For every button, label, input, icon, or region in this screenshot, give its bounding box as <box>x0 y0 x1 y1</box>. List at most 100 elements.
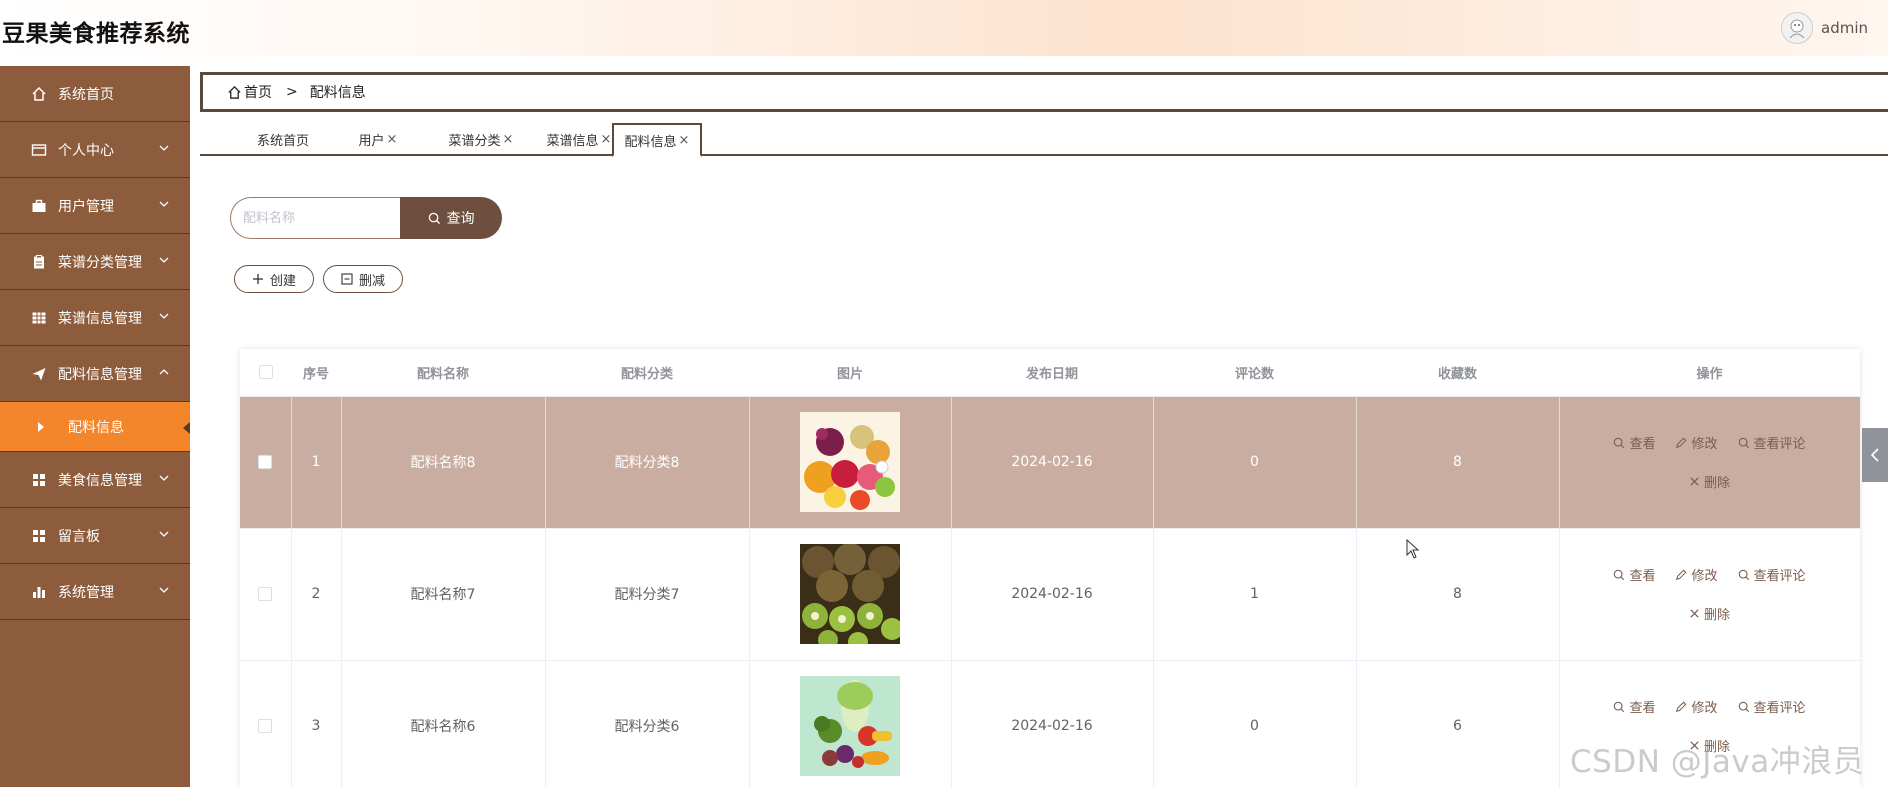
row-checkbox[interactable] <box>258 719 273 733</box>
tab-ingredient-info[interactable]: 配料信息 × <box>612 123 702 157</box>
search-icon <box>1614 701 1625 712</box>
sidebar-subitem-ingredient-info[interactable]: 配料信息 <box>0 402 190 452</box>
sidebar-item-label: 美食信息管理 <box>58 472 142 489</box>
column-header: 收藏数 <box>1356 349 1559 397</box>
tab-label: 菜谱分类 <box>448 133 501 149</box>
apps-icon <box>30 471 48 489</box>
row-checkbox[interactable] <box>258 455 273 469</box>
cell-actions: 查看 修改 查看评论 删除 <box>1559 528 1860 661</box>
sidebar-item-system[interactable]: 系统管理 <box>0 564 190 620</box>
cell-index: 2 <box>291 528 342 661</box>
view-comments-button[interactable]: 查看评论 <box>1738 697 1806 716</box>
username[interactable]: admin <box>1821 19 1868 37</box>
create-button[interactable]: 创建 <box>234 265 314 293</box>
close-icon[interactable]: × <box>679 133 690 148</box>
cell-name: 配料名称7 <box>341 528 546 661</box>
edit-button[interactable]: 修改 <box>1675 697 1718 716</box>
user-menu[interactable]: admin <box>1781 12 1868 44</box>
search-button[interactable]: 查询 <box>400 197 502 239</box>
delete-button[interactable]: 删除 <box>1689 604 1730 623</box>
batch-delete-button[interactable]: 删减 <box>323 265 403 293</box>
delete-button[interactable]: 删除 <box>1689 472 1730 491</box>
pencil-icon <box>1676 437 1687 448</box>
close-icon[interactable]: × <box>503 132 514 147</box>
caret-right-icon <box>38 421 44 432</box>
sidebar-item-label: 系统首页 <box>58 86 114 103</box>
breadcrumb-home[interactable]: 首页 <box>244 82 272 102</box>
chevron-down-icon <box>159 145 169 151</box>
sidebar-item-recipe-info[interactable]: 菜谱信息管理 <box>0 290 190 346</box>
cell-comments: 0 <box>1153 396 1357 529</box>
tab-home[interactable]: 系统首页 <box>236 122 330 156</box>
close-icon[interactable]: × <box>601 132 612 147</box>
edit-button[interactable]: 修改 <box>1675 433 1718 452</box>
close-icon[interactable]: × <box>387 132 398 147</box>
view-button[interactable]: 查看 <box>1613 697 1655 716</box>
search-icon <box>1614 437 1625 448</box>
tab-label: 系统首页 <box>256 133 309 149</box>
close-icon <box>1690 477 1699 486</box>
chevron-down-icon <box>159 475 169 481</box>
cell-favorites: 6 <box>1356 660 1560 787</box>
delete-label: 删除 <box>1703 476 1730 491</box>
edit-label: 修改 <box>1691 437 1718 452</box>
cell-name: 配料名称8 <box>341 396 546 529</box>
column-header: 序号 <box>291 349 341 397</box>
search-bar: 查询 <box>230 197 502 239</box>
edit-label: 修改 <box>1691 701 1718 716</box>
pencil-icon <box>1676 569 1687 580</box>
view-label: 查看 <box>1629 437 1656 452</box>
search-button-label: 查询 <box>446 211 475 227</box>
sidebar-item-profile[interactable]: 个人中心 <box>0 122 190 178</box>
panel-collapse-handle[interactable] <box>1862 428 1888 482</box>
breadcrumb-separator: > <box>286 84 298 100</box>
search-icon <box>1738 569 1749 580</box>
clipboard-icon <box>30 253 48 271</box>
sidebar-item-ingredient-info[interactable]: 配料信息管理 <box>0 346 190 402</box>
sidebar-item-food-info[interactable]: 美食信息管理 <box>0 452 190 508</box>
cell-date: 2024-02-16 <box>951 396 1154 529</box>
view-button[interactable]: 查看 <box>1613 565 1655 584</box>
pencil-icon <box>1676 701 1687 712</box>
view-comments-button[interactable]: 查看评论 <box>1738 565 1806 584</box>
kiwi-image[interactable] <box>800 544 900 644</box>
search-icon <box>428 212 440 224</box>
sidebar-item-home[interactable]: 系统首页 <box>0 66 190 122</box>
sidebar-item-label: 个人中心 <box>58 142 114 159</box>
tab-recipe-category[interactable]: 菜谱分类 × <box>434 122 528 156</box>
column-header: 图片 <box>749 349 951 397</box>
view-comments-button[interactable]: 查看评论 <box>1738 433 1806 452</box>
cell-comments: 0 <box>1153 660 1357 787</box>
search-input[interactable] <box>230 197 400 239</box>
vegetables-image[interactable] <box>800 676 900 776</box>
sidebar-item-label: 用户管理 <box>58 198 114 215</box>
sidebar-item-recipe-category[interactable]: 菜谱分类管理 <box>0 234 190 290</box>
chevron-down-icon <box>159 531 169 537</box>
paper-plane-icon <box>30 365 48 383</box>
cell-favorites: 8 <box>1356 396 1560 529</box>
grid-icon <box>30 309 48 327</box>
chevron-down-icon <box>159 313 169 319</box>
batch-delete-button-label: 删减 <box>358 273 385 289</box>
select-all-checkbox[interactable] <box>258 365 273 380</box>
table-row[interactable]: 2 配料名称7 配料分类7 2024-02-16 1 8 查看 修改 查看评论 … <box>240 528 1860 661</box>
column-header: 评论数 <box>1153 349 1356 397</box>
fruit-basket-image[interactable] <box>800 412 900 512</box>
view-button[interactable]: 查看 <box>1613 433 1655 452</box>
home-icon <box>30 85 48 103</box>
cell-comments: 1 <box>1153 528 1357 661</box>
id-card-icon <box>30 141 48 159</box>
sidebar-item-label: 菜谱分类管理 <box>58 254 142 271</box>
sidebar-item-users[interactable]: 用户管理 <box>0 178 190 234</box>
avatar[interactable] <box>1781 12 1813 44</box>
search-icon <box>1614 569 1625 580</box>
cell-image <box>749 396 952 529</box>
sidebar-item-message-board[interactable]: 留言板 <box>0 508 190 564</box>
sidebar-subitem-label: 配料信息 <box>68 419 124 436</box>
row-checkbox[interactable] <box>258 587 273 601</box>
sidebar-item-label: 系统管理 <box>58 584 114 601</box>
table-row[interactable]: 1 配料名称8 配料分类8 2024-02-16 0 8 查看 修改 查看评论 … <box>240 396 1860 529</box>
row-checkbox-cell <box>240 528 292 661</box>
edit-button[interactable]: 修改 <box>1675 565 1718 584</box>
tab-users[interactable]: 用户 × <box>338 122 418 156</box>
